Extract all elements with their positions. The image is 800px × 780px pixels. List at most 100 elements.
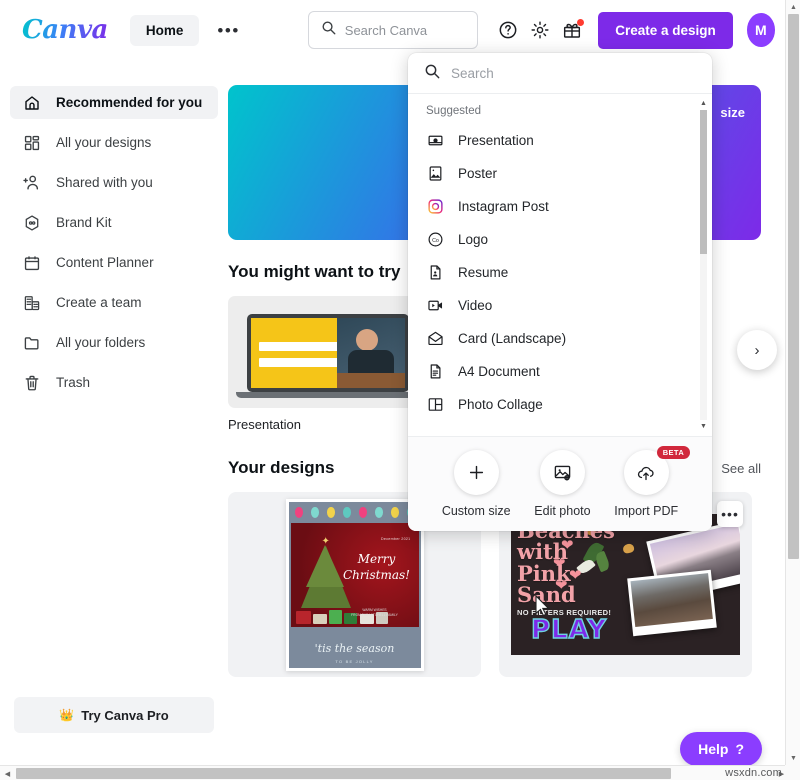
sidebar-label: Shared with you bbox=[56, 175, 153, 190]
edit-photo-action[interactable]: Edit photo bbox=[534, 450, 591, 518]
scroll-left-arrow[interactable]: ◀ bbox=[0, 766, 15, 780]
sidebar-item-trash[interactable]: Trash bbox=[10, 366, 218, 399]
mouse-cursor-icon bbox=[535, 594, 551, 621]
dropdown-item-presentation[interactable]: Presentation bbox=[408, 124, 712, 157]
home-button[interactable]: Home bbox=[129, 14, 200, 46]
create-a-design-button[interactable]: Create a design bbox=[598, 11, 733, 49]
dropdown-item-label: Instagram Post bbox=[458, 199, 549, 214]
collage-icon bbox=[426, 396, 444, 414]
help-circle-icon[interactable] bbox=[498, 20, 518, 40]
sidebar-item-brand-kit[interactable]: Brand Kit bbox=[10, 206, 218, 239]
edit-photo-icon bbox=[539, 450, 585, 495]
dropdown-item-label: Poster bbox=[458, 166, 498, 181]
try-canva-pro-label: Try Canva Pro bbox=[81, 707, 169, 723]
dropdown-scrollbar[interactable]: ▲ ▼ bbox=[698, 98, 709, 432]
christmas-body: WARM WISHES FROM THE MITCHELL FAMILY bbox=[351, 607, 398, 617]
scrollbar-corner bbox=[785, 765, 800, 780]
sidebar-item-all-your-designs[interactable]: All your designs bbox=[10, 126, 218, 159]
svg-text:Co: Co bbox=[432, 238, 439, 244]
christmas-footer-1: 'tis the season bbox=[314, 641, 395, 655]
plus-icon bbox=[453, 450, 499, 495]
try-canva-pro-button[interactable]: 👑 Try Canva Pro bbox=[14, 697, 214, 733]
import-pdf-action[interactable]: BETA Import PDF bbox=[614, 446, 691, 518]
beaches-title: Beaches with Pink Sand bbox=[517, 520, 615, 608]
create-design-dropdown: Suggested Presentation Poster bbox=[408, 53, 712, 531]
beta-badge: BETA bbox=[656, 446, 691, 459]
laptop-presentation-thumb bbox=[228, 296, 428, 408]
help-question-icon: ? bbox=[735, 741, 744, 757]
app-header: Canva Home ••• Search Canva Create a des… bbox=[0, 0, 789, 60]
help-label: Help bbox=[698, 741, 729, 757]
crown-icon: 👑 bbox=[59, 708, 75, 722]
sidebar-item-content-planner[interactable]: Content Planner bbox=[10, 246, 218, 279]
dropdown-scroll-up-arrow[interactable]: ▲ bbox=[698, 98, 709, 109]
poster-icon bbox=[426, 165, 444, 183]
browser-horizontal-scrollbar[interactable]: ◀ ▶ bbox=[0, 765, 789, 780]
notification-dot bbox=[577, 19, 585, 26]
header-more-button[interactable]: ••• bbox=[207, 16, 249, 45]
import-pdf-label: Import PDF bbox=[614, 504, 679, 518]
instagram-icon bbox=[426, 198, 444, 216]
dropdown-item-instagram-post[interactable]: Instagram Post bbox=[408, 190, 712, 223]
custom-size-label: Custom size bbox=[441, 504, 511, 518]
dropdown-item-photo-collage[interactable]: Photo Collage bbox=[408, 388, 712, 421]
sidebar-item-create-a-team[interactable]: Create a team bbox=[10, 286, 218, 319]
beaches-thumbnail: ❤ ❤ ❤ ❤ Beaches with Pink Sand NO FILTER… bbox=[511, 514, 740, 655]
dropdown-item-poster[interactable]: Poster bbox=[408, 157, 712, 190]
your-designs-title: Your designs bbox=[228, 458, 335, 477]
christmas-footer-2: TO BE JOLLY bbox=[335, 658, 374, 664]
gift-icon[interactable] bbox=[562, 19, 585, 40]
christmas-lights bbox=[289, 502, 421, 523]
sidebar-label: Content Planner bbox=[56, 255, 154, 270]
search-icon bbox=[424, 63, 440, 84]
try-card-presentation[interactable]: Presentation bbox=[228, 296, 428, 432]
settings-gear-icon[interactable] bbox=[530, 20, 550, 40]
dropdown-item-logo[interactable]: Co Logo bbox=[408, 223, 712, 256]
dropdown-item-label: Card (Landscape) bbox=[458, 331, 567, 346]
header-search[interactable] bbox=[307, 11, 479, 49]
folder-icon bbox=[22, 333, 41, 352]
trash-icon bbox=[22, 373, 41, 392]
try-card-caption: Presentation bbox=[228, 417, 301, 432]
dropdown-item-a4-document[interactable]: A4 Document bbox=[408, 355, 712, 388]
dropdown-item-label: A4 Document bbox=[458, 364, 540, 379]
dropdown-section-label: Suggested bbox=[426, 105, 481, 117]
canva-logo[interactable]: Canva bbox=[22, 15, 108, 45]
horizontal-scroll-thumb[interactable] bbox=[16, 768, 671, 779]
scroll-up-arrow[interactable]: ▲ bbox=[786, 0, 800, 14]
see-all-link[interactable]: See all bbox=[721, 461, 761, 476]
edit-photo-label: Edit photo bbox=[534, 504, 591, 518]
carousel-next-button[interactable]: › bbox=[737, 330, 777, 370]
dropdown-scroll-down-arrow[interactable]: ▼ bbox=[698, 421, 709, 432]
design-card-more-button[interactable]: ••• bbox=[717, 501, 743, 527]
sidebar-item-recommended-for-you[interactable]: Recommended for you bbox=[10, 86, 218, 119]
banner-size-chip[interactable]: size bbox=[720, 105, 745, 120]
sidebar-item-all-your-folders[interactable]: All your folders bbox=[10, 326, 218, 359]
sidebar-label: Recommended for you bbox=[56, 95, 203, 110]
dropdown-item-card-landscape[interactable]: Card (Landscape) bbox=[408, 322, 712, 355]
browser-vertical-scrollbar[interactable]: ▲ ▼ bbox=[785, 0, 800, 765]
scroll-down-arrow[interactable]: ▼ bbox=[786, 751, 800, 765]
add-people-icon bbox=[22, 173, 41, 192]
envelope-icon bbox=[426, 330, 444, 348]
dropdown-item-label: Logo bbox=[458, 232, 489, 247]
dropdown-search-input[interactable] bbox=[451, 65, 696, 81]
logo-circle-icon: Co bbox=[426, 231, 444, 249]
vertical-scroll-thumb[interactable] bbox=[788, 14, 799, 559]
dropdown-search[interactable] bbox=[408, 53, 712, 94]
dropdown-item-resume[interactable]: Resume bbox=[408, 256, 712, 289]
sidebar-item-shared-with-you[interactable]: Shared with you bbox=[10, 166, 218, 199]
sidebar-label: All your designs bbox=[56, 135, 152, 150]
dropdown-item-label: Video bbox=[458, 298, 493, 313]
help-button[interactable]: Help ? bbox=[680, 732, 762, 766]
grid-icon bbox=[22, 133, 41, 152]
dropdown-footer-actions: Custom size Edit photo BETA Import PDF bbox=[408, 436, 712, 531]
search-input[interactable] bbox=[344, 22, 466, 38]
dropdown-item-label: Presentation bbox=[458, 133, 534, 148]
dropdown-item-video[interactable]: Video bbox=[408, 289, 712, 322]
user-avatar[interactable]: M bbox=[746, 13, 775, 47]
dropdown-scroll-thumb[interactable] bbox=[700, 110, 707, 254]
custom-size-action[interactable]: Custom size bbox=[442, 450, 511, 518]
resume-document-icon bbox=[426, 264, 444, 282]
dropdown-item-label: Resume bbox=[458, 265, 509, 280]
